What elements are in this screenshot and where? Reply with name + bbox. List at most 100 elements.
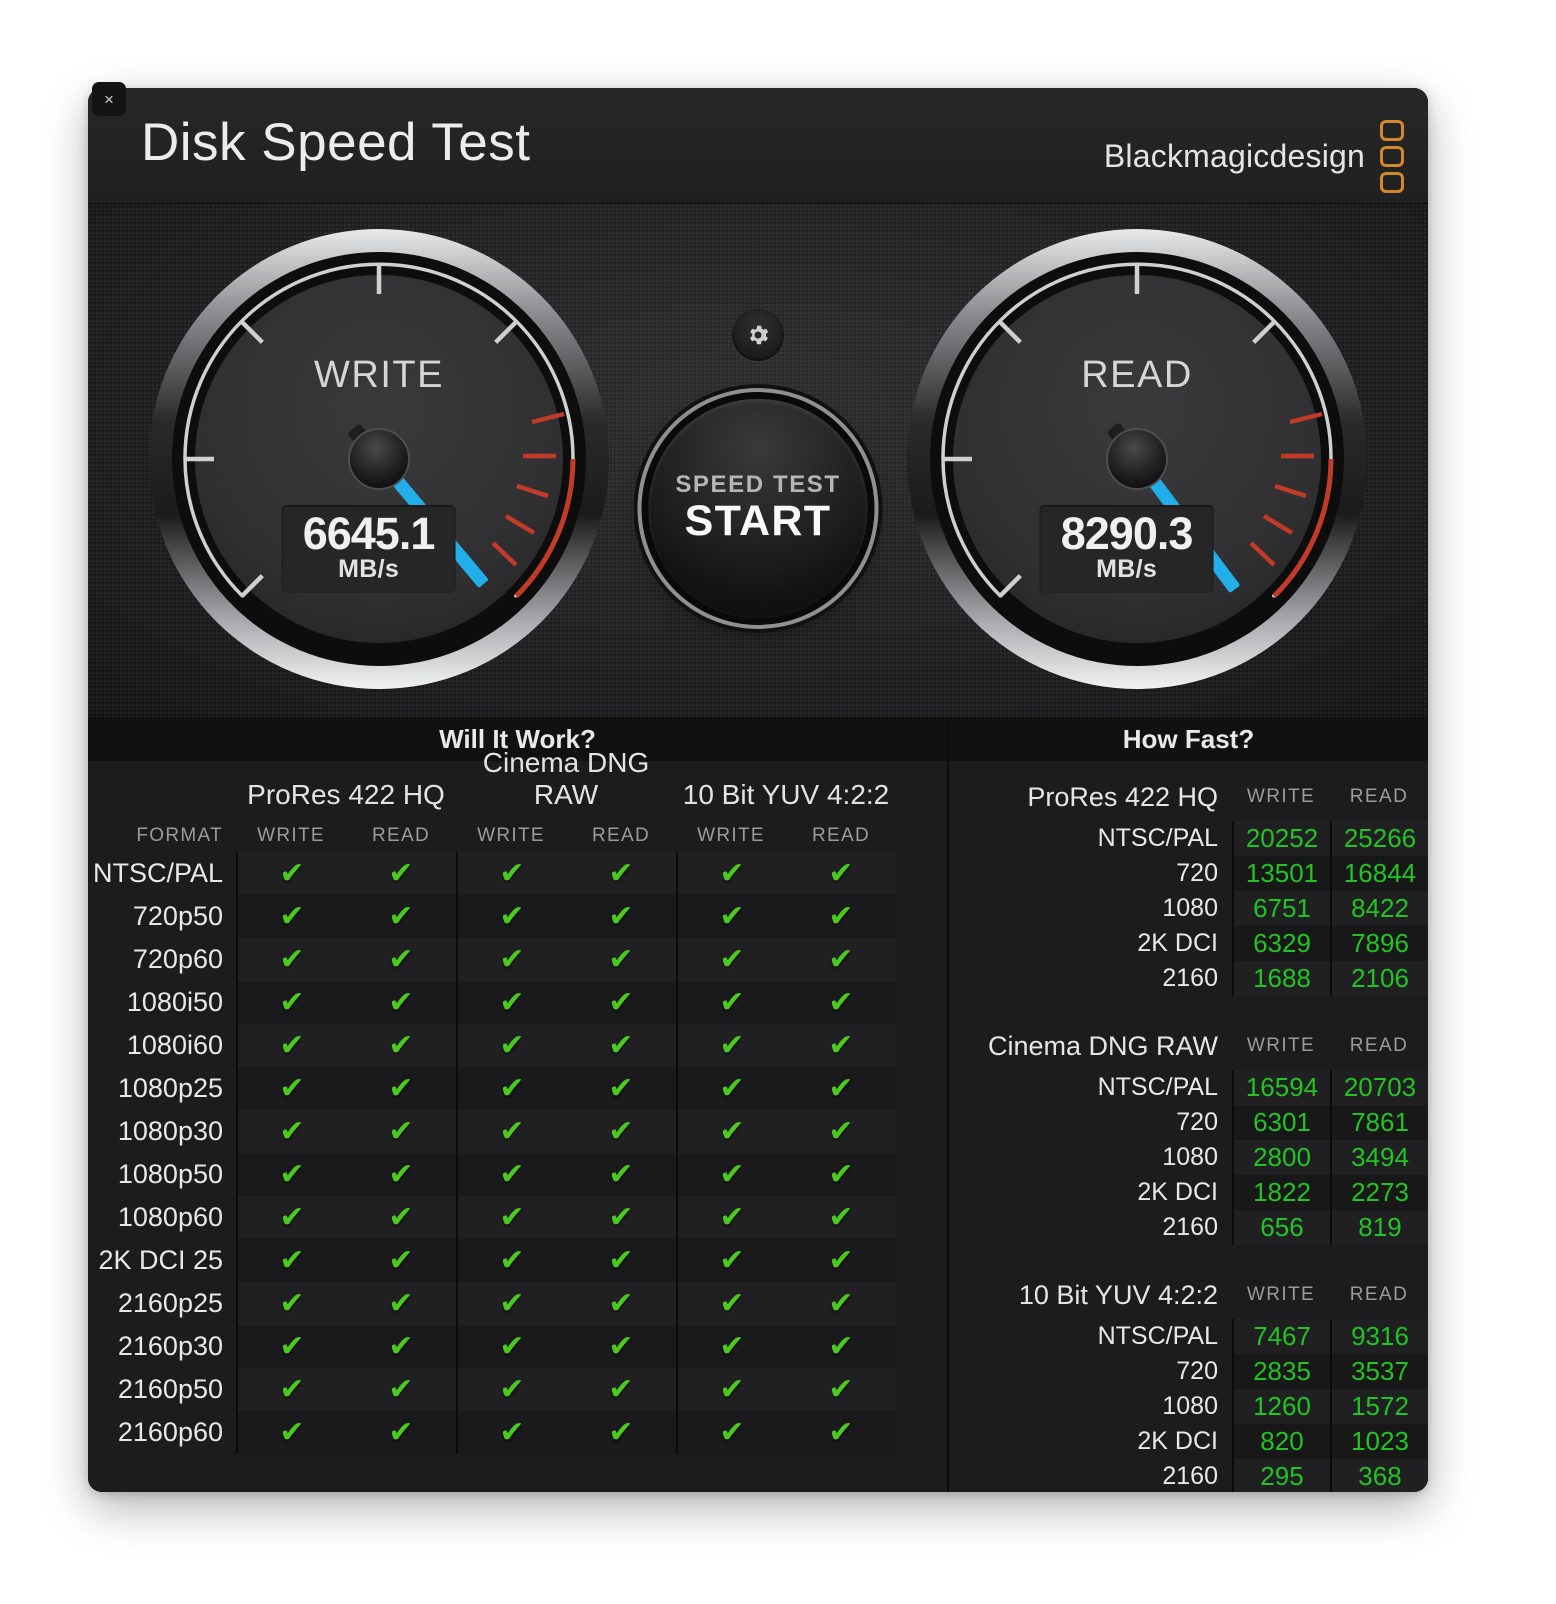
compat-cell: ✔: [456, 1411, 566, 1454]
compat-cell: ✔: [676, 938, 786, 981]
format-label: 1080: [1162, 894, 1218, 922]
check-icon: ✔: [719, 1243, 745, 1277]
brand-square-1: [1380, 120, 1404, 141]
compat-cell: ✔: [456, 852, 566, 895]
read-value-cell: 1023: [1330, 1424, 1428, 1459]
table-row: 720 6301 7861: [949, 1105, 1428, 1140]
check-icon: ✔: [719, 1286, 745, 1320]
format-label: 2K DCI: [1137, 929, 1218, 957]
speed-test-start-button[interactable]: SPEED TEST START: [648, 399, 868, 618]
check-icon: ✔: [608, 899, 634, 933]
table-row: 1080 1260 1572: [949, 1389, 1428, 1424]
read-value-cell: 8422: [1330, 891, 1428, 926]
format-label: 720: [1176, 1108, 1218, 1136]
compat-cell: ✔: [566, 1325, 676, 1368]
check-icon: ✔: [608, 1200, 634, 1234]
close-button[interactable]: ×: [92, 82, 126, 116]
read-value-cell: 2273: [1330, 1175, 1428, 1210]
table-row: 720p60 ✔ ✔ ✔ ✔ ✔ ✔: [88, 938, 947, 981]
compat-cell: ✔: [786, 1368, 896, 1411]
compat-cell: ✔: [346, 895, 456, 938]
check-icon: ✔: [499, 1114, 525, 1148]
compat-cell: ✔: [346, 981, 456, 1024]
format-label: 720: [1176, 1357, 1218, 1385]
start-button-label-top: SPEED TEST: [675, 471, 841, 498]
check-icon: ✔: [388, 1028, 414, 1062]
check-icon: ✔: [388, 985, 414, 1019]
read-value-cell: 1572: [1330, 1389, 1428, 1424]
compat-cell: ✔: [236, 852, 346, 895]
read-unit: MB/s: [1096, 554, 1158, 583]
write-value: 6645.1: [302, 508, 436, 559]
check-icon: ✔: [719, 1415, 745, 1449]
check-icon: ✔: [828, 856, 854, 890]
compat-cell: ✔: [456, 1196, 566, 1239]
compat-cell: ✔: [236, 1325, 346, 1368]
app-window: Disk Speed Test Blackmagicdesign WRITE 6…: [88, 88, 1428, 1492]
table-row: 1080i60 ✔ ✔ ✔ ✔ ✔ ✔: [88, 1024, 947, 1067]
format-label: 2K DCI: [1137, 1178, 1218, 1206]
check-icon: ✔: [608, 1071, 634, 1105]
compat-cell: ✔: [786, 1110, 896, 1153]
check-icon: ✔: [499, 1200, 525, 1234]
format-label: 2160p30: [117, 1331, 223, 1361]
compat-cell: ✔: [676, 1239, 786, 1282]
read-value-cell: 25266: [1330, 821, 1428, 856]
format-label: 1080i60: [126, 1030, 223, 1060]
compat-cell: ✔: [566, 981, 676, 1024]
compat-cell: ✔: [456, 981, 566, 1024]
subheader-1-write: WRITE: [477, 825, 545, 846]
compat-cell: ✔: [236, 1282, 346, 1325]
compat-cell: ✔: [236, 1067, 346, 1110]
compat-cell: ✔: [236, 895, 346, 938]
start-button-label-main: START: [684, 497, 832, 545]
compat-cell: ✔: [566, 1368, 676, 1411]
column-header-write: WRITE: [1246, 786, 1316, 807]
compat-cell: ✔: [456, 1368, 566, 1411]
table-row: 2160 656 819: [949, 1210, 1428, 1245]
check-icon: ✔: [279, 1372, 305, 1406]
compat-cell: ✔: [236, 938, 346, 981]
format-label: 1080p50: [117, 1159, 223, 1189]
write-unit: MB/s: [338, 554, 400, 583]
check-icon: ✔: [608, 1329, 634, 1363]
check-icon: ✔: [499, 1286, 525, 1320]
table-row: 2K DCI 25 ✔ ✔ ✔ ✔ ✔ ✔: [88, 1239, 947, 1282]
compat-cell: ✔: [346, 938, 456, 981]
titlebar: Disk Speed Test Blackmagicdesign: [88, 88, 1428, 203]
table-row: 2160p60 ✔ ✔ ✔ ✔ ✔ ✔: [88, 1411, 947, 1454]
write-value-cell: 295: [1232, 1459, 1330, 1492]
how-fast-section-header: ProRes 422 HQ WRITE READ: [949, 773, 1428, 821]
check-icon: ✔: [719, 1200, 745, 1234]
read-value-cell: 9316: [1330, 1319, 1428, 1354]
read-value: 8290.3: [1060, 508, 1194, 559]
table-row: 2160 1688 2106: [949, 961, 1428, 996]
subheader-0-write: WRITE: [257, 825, 325, 846]
check-icon: ✔: [828, 1157, 854, 1191]
compat-cell: ✔: [456, 938, 566, 981]
check-icon: ✔: [608, 1286, 634, 1320]
table-row: NTSC/PAL 7467 9316: [949, 1319, 1428, 1354]
settings-button[interactable]: [732, 309, 784, 361]
check-icon: ✔: [719, 1329, 745, 1363]
check-icon: ✔: [828, 1200, 854, 1234]
compat-cell: ✔: [566, 1153, 676, 1196]
format-label: 720p60: [132, 944, 223, 974]
format-label: 2K DCI 25: [98, 1245, 223, 1275]
write-value-cell: 2835: [1232, 1354, 1330, 1389]
compat-cell: ✔: [346, 1411, 456, 1454]
compat-cell: ✔: [786, 1282, 896, 1325]
check-icon: ✔: [388, 1157, 414, 1191]
format-label: 2160: [1162, 1213, 1218, 1241]
check-icon: ✔: [388, 1329, 414, 1363]
compat-cell: ✔: [566, 895, 676, 938]
check-icon: ✔: [719, 1372, 745, 1406]
format-label: 2160: [1162, 964, 1218, 992]
check-icon: ✔: [828, 1114, 854, 1148]
compat-cell: ✔: [786, 1239, 896, 1282]
will-it-work-panel: Will It Work? ProRes 422 HQ Cinema DNG R…: [88, 717, 949, 1492]
compat-cell: ✔: [566, 1411, 676, 1454]
format-label: 1080: [1162, 1392, 1218, 1420]
table-row: NTSC/PAL 16594 20703: [949, 1070, 1428, 1105]
compat-cell: ✔: [786, 981, 896, 1024]
